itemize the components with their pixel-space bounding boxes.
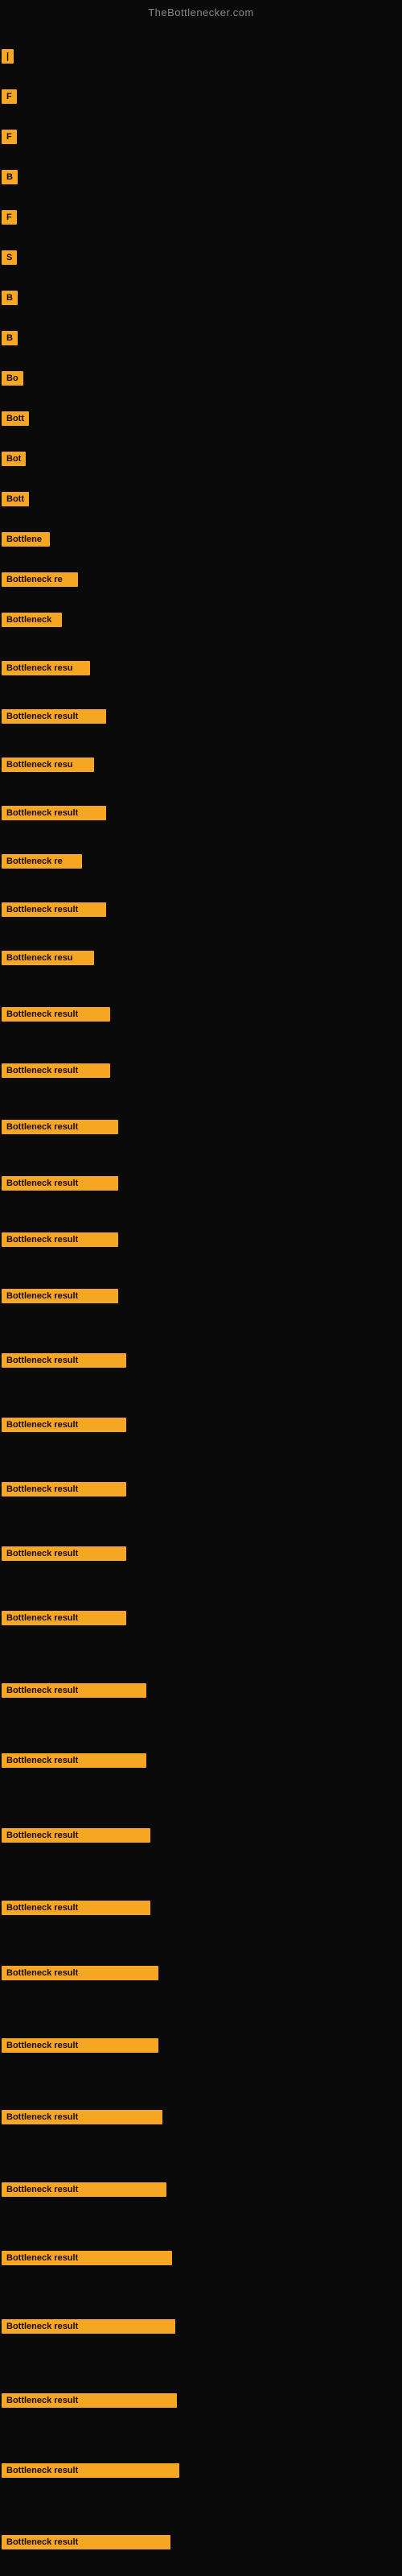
bottleneck-label: Bottleneck result (2, 2319, 175, 2334)
list-item: Bottleneck result (2, 1417, 126, 1432)
bottleneck-label: Bottleneck result (2, 1901, 150, 1915)
bottleneck-label: Bottleneck result (2, 1289, 118, 1303)
list-item: Bottleneck re (2, 572, 78, 587)
bottleneck-label: Bott (2, 492, 29, 506)
bottleneck-label: Bottleneck (2, 613, 62, 627)
list-item: F (2, 209, 17, 225)
bottleneck-label: Bottleneck result (2, 1007, 110, 1022)
list-item: F (2, 129, 17, 144)
list-item: F (2, 89, 17, 104)
bottleneck-label: Bottleneck result (2, 1482, 126, 1496)
bottleneck-label: Bottleneck result (2, 2251, 172, 2265)
list-item: Bottleneck result (2, 1481, 126, 1496)
list-item: Bottleneck result (2, 805, 106, 820)
list-item: Bottleneck result (2, 1682, 146, 1698)
list-item: Bottleneck result (2, 1063, 110, 1078)
list-item: Bottleneck resu (2, 950, 94, 965)
list-item: Bottleneck result (2, 2182, 166, 2197)
bottleneck-label: Bottleneck result (2, 1418, 126, 1432)
list-item: Bottleneck result (2, 1119, 118, 1134)
list-item: Bottleneck result (2, 1752, 146, 1768)
list-item: Bottleneck result (2, 1965, 158, 1980)
bottleneck-label: Bottleneck result (2, 1353, 126, 1368)
bottleneck-label: Bottleneck re (2, 854, 82, 869)
bottleneck-label: Bottleneck result (2, 1176, 118, 1191)
bottleneck-label: | (2, 49, 14, 64)
bottleneck-label: Bottleneck re (2, 572, 78, 587)
list-item: Bottleneck result (2, 2318, 175, 2334)
bottleneck-label: Bottleneck result (2, 1546, 126, 1561)
bottleneck-label: Bottleneck resu (2, 951, 94, 965)
bottleneck-label: S (2, 250, 17, 265)
site-title: TheBottlenecker.com (0, 0, 402, 22)
bottleneck-label: B (2, 170, 18, 184)
bottleneck-label: B (2, 331, 18, 345)
list-item: Bottleneck result (2, 2037, 158, 2053)
bottleneck-label: Bottleneck result (2, 806, 106, 820)
list-item: Bottleneck result (2, 708, 106, 724)
bottleneck-label: Bottleneck resu (2, 758, 94, 772)
bottleneck-label: Bottleneck result (2, 709, 106, 724)
list-item: Bottleneck result (2, 2462, 179, 2478)
list-item: Bottleneck result (2, 1232, 118, 1247)
list-item: Bottleneck result (2, 1827, 150, 1843)
list-item: Bott (2, 411, 29, 426)
bottleneck-label: Bott (2, 411, 29, 426)
list-item: Bo (2, 370, 23, 386)
list-item: Bottleneck resu (2, 757, 94, 772)
page-container: TheBottlenecker.com | F F B F S B B Bo Bott Bot Bot… (0, 0, 402, 2576)
list-item: Bottleneck resu (2, 660, 90, 675)
bottleneck-label: Bot (2, 452, 26, 466)
bottleneck-label: Bottleneck result (2, 1611, 126, 1625)
bottleneck-label: Bottleneck result (2, 2182, 166, 2197)
bottleneck-label: Bottleneck result (2, 1828, 150, 1843)
bottleneck-label: Bo (2, 371, 23, 386)
list-item: | (2, 48, 14, 64)
list-item: Bottleneck result (2, 1175, 118, 1191)
list-item: Bottleneck result (2, 1288, 118, 1303)
bottleneck-label: Bottleneck result (2, 1063, 110, 1078)
bottleneck-label: Bottleneck result (2, 2110, 162, 2124)
list-item: Bottleneck result (2, 2109, 162, 2124)
list-item: Bottleneck result (2, 1546, 126, 1561)
bottleneck-label: Bottleneck result (2, 1120, 118, 1134)
list-item: Bottleneck result (2, 2250, 172, 2265)
bottleneck-label: B (2, 291, 18, 305)
list-item: Bottleneck result (2, 1610, 126, 1625)
bottleneck-label: Bottleneck result (2, 1966, 158, 1980)
list-item: Bottleneck re (2, 853, 82, 869)
list-item: B (2, 290, 18, 305)
list-item: Bottleneck (2, 612, 62, 627)
bottleneck-label: Bottleneck result (2, 2535, 170, 2549)
bottleneck-label: Bottleneck result (2, 902, 106, 917)
list-item: B (2, 169, 18, 184)
list-item: Bottleneck result (2, 1900, 150, 1915)
list-item: Bottleneck result (2, 2534, 170, 2549)
bottleneck-label: Bottleneck result (2, 2038, 158, 2053)
list-item: Bottleneck result (2, 1006, 110, 1022)
list-item: S (2, 250, 17, 265)
bottleneck-label: Bottleneck resu (2, 661, 90, 675)
list-item: Bott (2, 491, 29, 506)
bottleneck-label: Bottleneck result (2, 1683, 146, 1698)
list-item: B (2, 330, 18, 345)
list-item: Bottleneck result (2, 902, 106, 917)
bottleneck-label: Bottleneck result (2, 1232, 118, 1247)
list-item: Bottleneck result (2, 2392, 177, 2408)
list-item: Bot (2, 451, 26, 466)
bottleneck-label: Bottleneck result (2, 1753, 146, 1768)
bottleneck-label: F (2, 130, 17, 144)
bottleneck-label: Bottleneck result (2, 2463, 179, 2478)
bottleneck-label: F (2, 210, 17, 225)
list-item: Bottlene (2, 531, 50, 547)
list-item: Bottleneck result (2, 1352, 126, 1368)
bottleneck-label: F (2, 89, 17, 104)
bottleneck-label: Bottlene (2, 532, 50, 547)
bottleneck-label: Bottleneck result (2, 2393, 177, 2408)
